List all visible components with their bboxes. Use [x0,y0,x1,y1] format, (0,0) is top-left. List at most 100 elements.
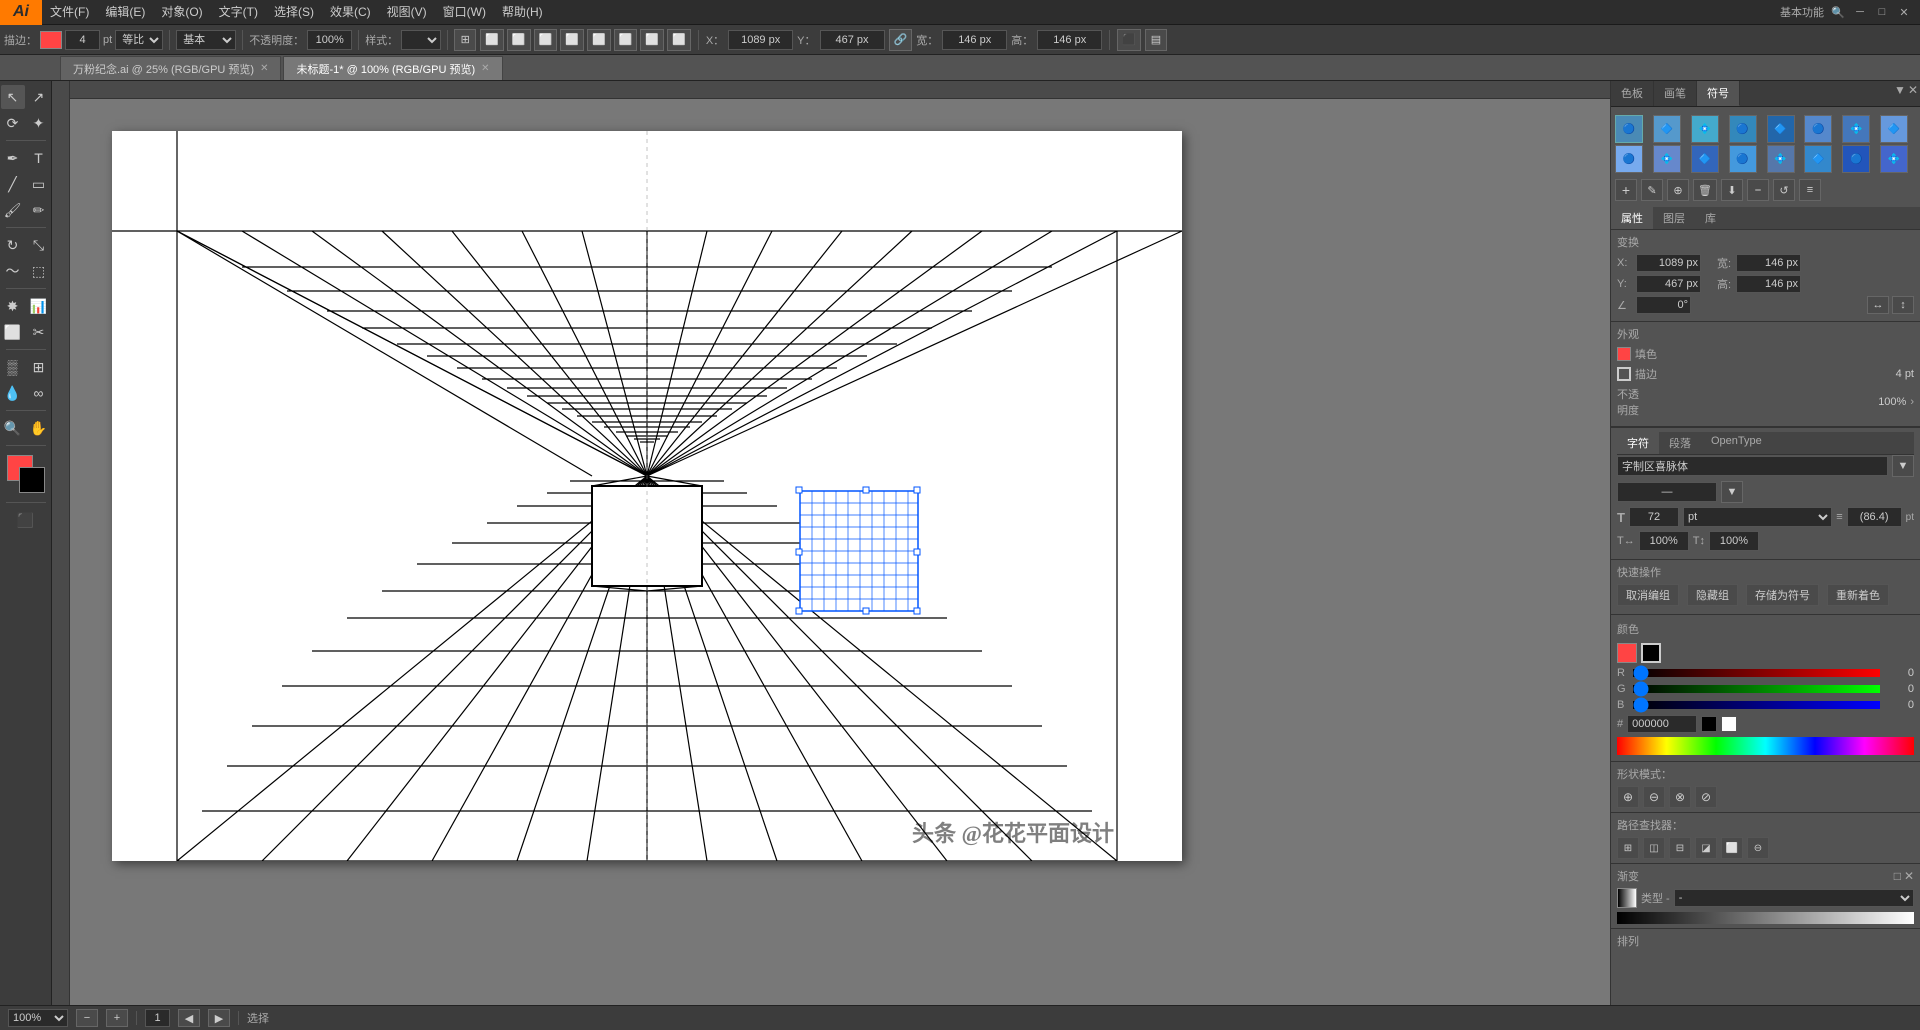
gradient-type-select[interactable]: - [1674,889,1914,907]
symbol-break-btn[interactable]: ⎯ [1747,179,1769,201]
zoom-out-btn[interactable]: − [76,1009,98,1027]
warp-tool[interactable]: 〜 [1,259,25,283]
line-tool[interactable]: ╱ [1,172,25,196]
tab-libraries[interactable]: 库 [1695,207,1726,229]
y-input-r[interactable] [1636,275,1701,293]
align-center-btn[interactable]: ⬜ [507,29,531,51]
symbol-edit-btn[interactable]: ✎ [1641,179,1663,201]
line-type-select[interactable]: 基本 [176,30,236,50]
prev-page-btn[interactable]: ◀ [178,1009,200,1027]
lasso-tool[interactable]: ⟳ [1,111,25,135]
distribute-btn[interactable]: ⊞ [454,29,476,51]
tab-transform[interactable]: 属性 [1611,207,1653,229]
tab-color-board[interactable]: 色板 [1611,81,1654,106]
symbol-item[interactable]: 🔵 [1804,115,1832,143]
w-input[interactable] [942,30,1007,50]
scale-input[interactable] [1709,531,1759,551]
selection-tool[interactable]: ↖ [1,85,25,109]
tab-char[interactable]: 字符 [1617,432,1659,454]
search-icon[interactable]: 🔍 [1830,4,1846,20]
menu-view[interactable]: 视图(V) [379,0,435,25]
menu-help[interactable]: 帮助(H) [494,0,551,25]
rect-tool[interactable]: ▭ [27,172,51,196]
symbol-item[interactable]: 🔵 [1729,115,1757,143]
divide-btn[interactable]: ⊞ [1617,837,1639,859]
maximize-btn[interactable]: □ [1874,4,1890,20]
hide-btn[interactable]: 隐藏组 [1687,584,1738,606]
align-right-btn[interactable]: ⬜ [534,29,558,51]
symbol-item[interactable]: 💠 [1653,145,1681,173]
symbol-item[interactable]: 💠 [1842,115,1870,143]
b-slider[interactable] [1633,701,1880,709]
gradient-swatch[interactable] [1617,888,1637,908]
gradient-close-icon[interactable]: ✕ [1904,869,1914,883]
h-input[interactable] [1037,30,1102,50]
leading-input[interactable] [1847,507,1902,527]
hand-tool[interactable]: ✋ [27,416,51,440]
color-stroke-swatch-2[interactable] [1641,643,1661,663]
tab-brush[interactable]: 画笔 [1654,81,1697,106]
distribute-h-btn[interactable]: ⬜ [640,29,664,51]
symbol-item[interactable]: 🔷 [1691,145,1719,173]
y-input[interactable] [820,30,885,50]
style-select[interactable] [401,30,441,50]
direct-select-tool[interactable]: ↗ [27,85,51,109]
opacity-arrow[interactable]: › [1910,396,1914,408]
outline-btn[interactable]: ⬜ [1721,837,1743,859]
zoom-in-btn[interactable]: + [106,1009,128,1027]
transform-btn[interactable]: ⬛ [1117,29,1141,51]
menu-text[interactable]: 文字(T) [211,0,266,25]
tab-2[interactable]: 未标题-1* @ 100% (RGB/GPU 预览) ✕ [283,56,502,80]
g-slider[interactable] [1633,685,1880,693]
paintbrush-tool[interactable]: 🖌 [1,198,25,222]
h-input-r[interactable] [1736,275,1801,293]
minus-front-btn[interactable]: ⊖ [1643,786,1665,808]
arrange-btn[interactable]: ▤ [1145,29,1167,51]
align-bottom-btn[interactable]: ⬜ [614,29,638,51]
gradient-tool[interactable]: ▒ [1,355,25,379]
tab-1-close[interactable]: ✕ [260,63,268,74]
menu-object[interactable]: 对象(O) [153,0,210,25]
scale-tool[interactable]: ⤡ [27,233,51,257]
ungroup-btn[interactable]: 取消编组 [1617,584,1679,606]
symbol-item[interactable]: 💠 [1767,145,1795,173]
font-style-btn[interactable]: ▼ [1721,481,1743,503]
stroke-width-input[interactable] [65,30,100,50]
mesh-tool[interactable]: ⊞ [27,355,51,379]
selected-grid[interactable] [796,487,920,614]
distribute-v-btn[interactable]: ⬜ [667,29,691,51]
panel-close-icon[interactable]: ✕ [1908,83,1918,104]
tab-symbol[interactable]: 符号 [1697,81,1740,106]
x-input[interactable] [728,30,793,50]
symbol-item[interactable]: 🔷 [1804,145,1832,173]
symbol-new-btn[interactable]: + [1615,179,1637,201]
angle-input[interactable] [1636,296,1691,314]
tab-1[interactable]: 万粉纪念.ai @ 25% (RGB/GPU 预览) ✕ [60,56,281,80]
tab-opentype[interactable]: OpenType [1701,432,1772,454]
symbol-expand-btn[interactable]: ≡ [1799,179,1821,201]
flip-h-btn[interactable]: ↔ [1867,296,1889,314]
symbol-item[interactable]: 🔵 [1729,145,1757,173]
slice-tool[interactable]: ✂ [27,320,51,344]
stroke-color-btn[interactable] [40,31,62,49]
tab-para[interactable]: 段落 [1659,432,1701,454]
next-page-btn[interactable]: ▶ [208,1009,230,1027]
column-graph-tool[interactable]: 📊 [27,294,51,318]
symbol-item[interactable]: 🔵 [1615,115,1643,143]
artboard-tool[interactable]: ⬜ [1,320,25,344]
exclude-btn[interactable]: ⊘ [1695,786,1717,808]
zoom-tool[interactable]: 🔍 [1,416,25,440]
font-style-input[interactable] [1617,482,1717,502]
symbol-item[interactable]: 💠 [1880,145,1908,173]
menu-edit[interactable]: 编辑(E) [97,0,153,25]
color-fill-swatch-2[interactable] [1617,643,1637,663]
minimize-btn[interactable]: ─ [1852,4,1868,20]
symbol-item[interactable]: 🔷 [1653,115,1681,143]
symbol-item[interactable]: 🔷 [1880,115,1908,143]
tab-2-close[interactable]: ✕ [481,63,489,74]
type-tool[interactable]: T [27,146,51,170]
symbol-item[interactable]: 🔵 [1615,145,1643,173]
menu-window[interactable]: 窗口(W) [435,0,494,25]
color-spectrum[interactable] [1617,737,1914,755]
stroke-type-select[interactable]: 等比 [115,30,163,50]
